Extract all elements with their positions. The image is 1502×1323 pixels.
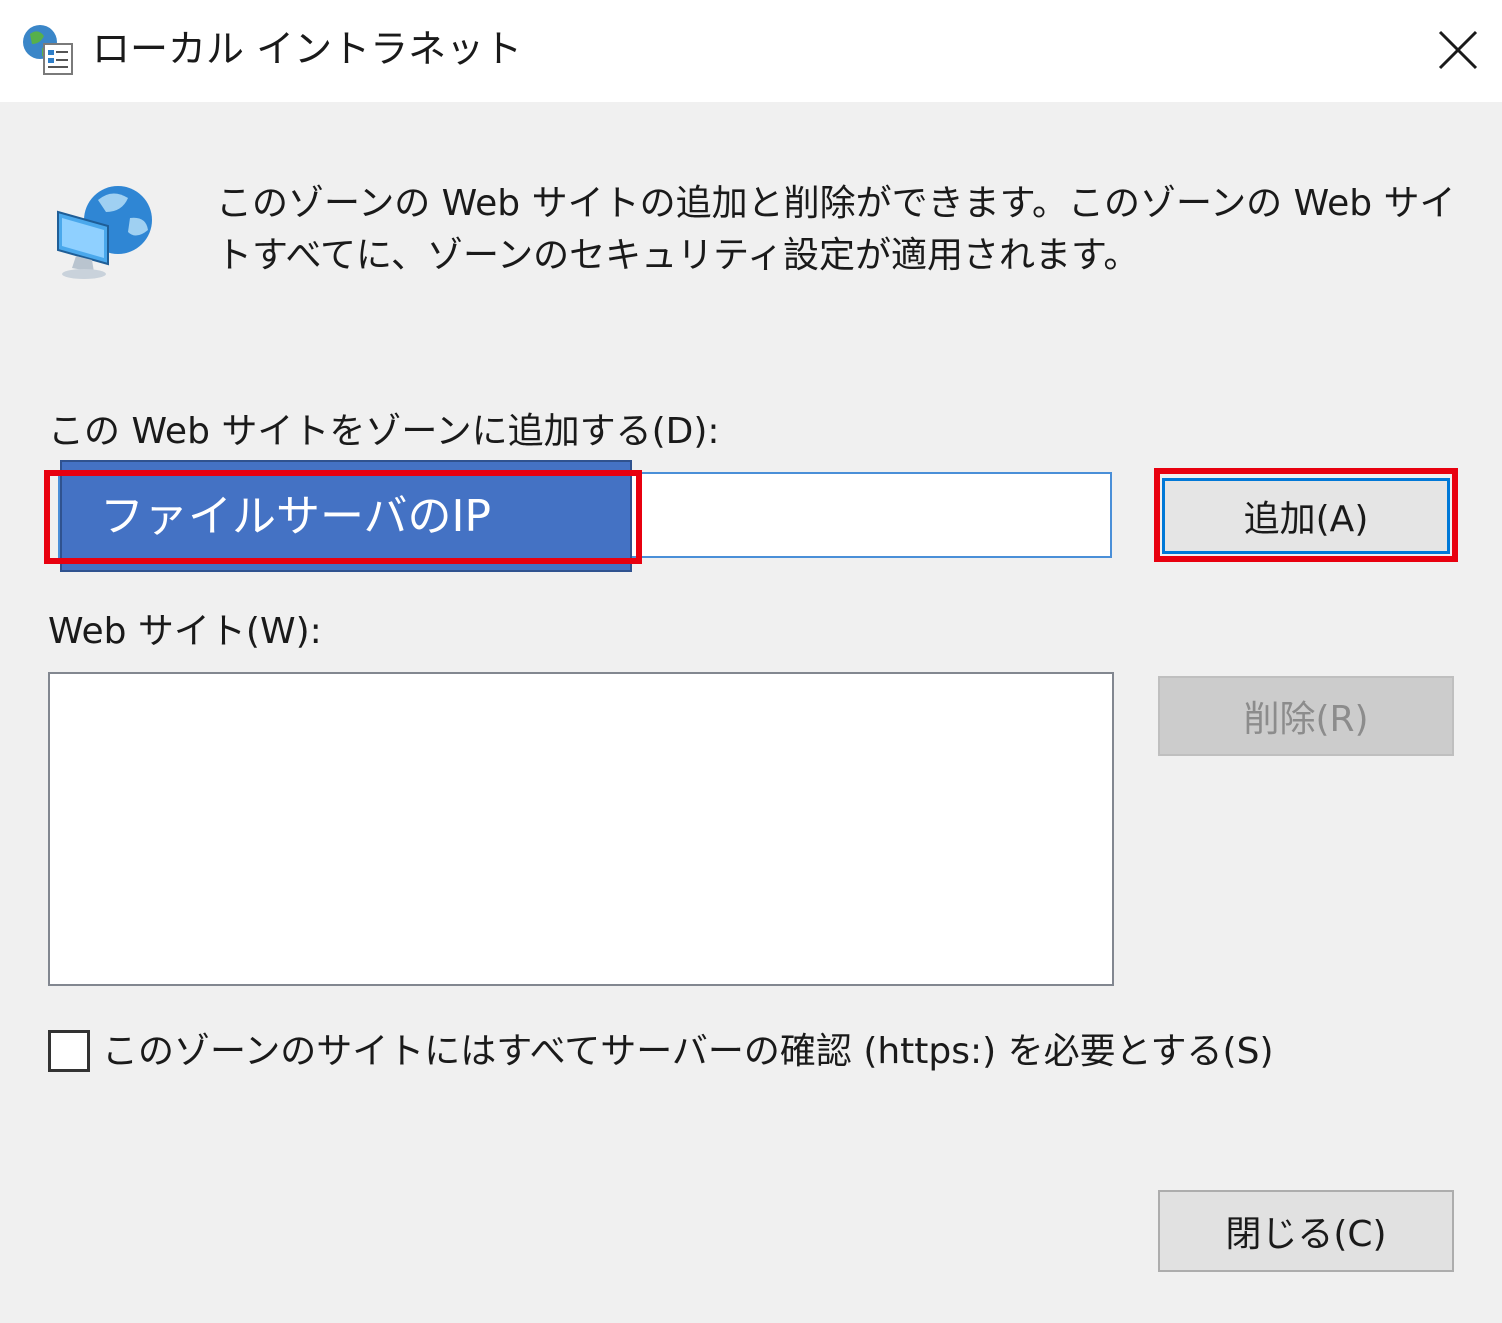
remove-button[interactable]: 削除(R) [1158,676,1454,756]
dialog-body: このゾーンの Web サイトの追加と削除ができます。このゾーンの Web サイト… [0,102,1502,1323]
require-https-checkbox[interactable] [48,1030,90,1072]
close-button[interactable]: 閉じる(C) [1158,1190,1454,1272]
window-title: ローカル イントラネット [92,27,523,71]
annotation-highlight-add-button [1154,468,1458,562]
add-website-label: この Web サイトをゾーンに追加する(D): [48,411,720,452]
websites-label: Web サイト(W): [48,611,322,652]
annotation-highlight-input [44,470,642,564]
globe-monitor-icon [57,186,152,279]
websites-list[interactable] [48,672,1114,986]
require-https-label: このゾーンのサイトにはすべてサーバーの確認 (https:) を必要とする(S) [102,1031,1274,1072]
close-icon[interactable] [1420,12,1496,88]
globe-document-icon [23,25,73,75]
title-bar: ローカル イントラネット [0,0,1502,102]
zone-description: このゾーンの Web サイトの追加と削除ができます。このゾーンの Web サイト… [216,183,1456,276]
